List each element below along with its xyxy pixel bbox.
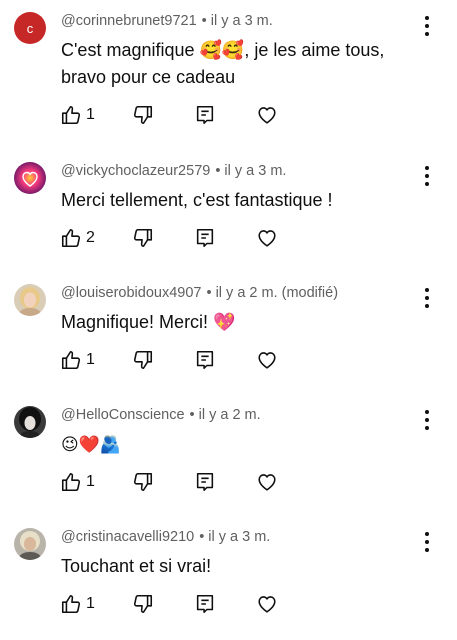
like-count: 1 [86, 473, 95, 490]
comment-time[interactable]: il y a 3 m. [208, 529, 270, 545]
heart-icon[interactable] [256, 471, 278, 493]
reply-icon[interactable] [194, 349, 216, 371]
meta-separator: • [189, 407, 195, 423]
comment-item: @vickychoclazeur2579 • il y a 3 m. Merci t… [0, 150, 457, 272]
comment-text: Touchant et si vrai! [61, 556, 212, 576]
avatar[interactable] [14, 528, 46, 560]
thumbs-down-icon[interactable] [132, 227, 154, 249]
comment-author[interactable]: @louiserobidoux4907 [61, 285, 201, 301]
heart-icon[interactable] [256, 349, 278, 371]
comment-item: @cristinacavelli9210 • il y a 3 m. Touchan… [0, 516, 457, 638]
comment-text: C'est magnifique 🥰🥰, je les aime tous, b… [61, 40, 385, 87]
meta-separator: • [199, 529, 205, 545]
comment-text: Merci tellement, c'est fantastique ! [61, 190, 333, 210]
more-vertical-icon[interactable] [420, 164, 434, 188]
avatar[interactable] [14, 284, 46, 316]
reply-icon[interactable] [194, 593, 216, 615]
like-count: 2 [86, 229, 95, 246]
comment-text: Magnifique! Merci! 💖 [61, 312, 236, 332]
thumbs-down-icon[interactable] [132, 593, 154, 615]
comment-item: @HelloConscience • il y a 2 m. 😉❤️🫂 1 [0, 394, 457, 516]
comment-author[interactable]: @HelloConscience [61, 407, 185, 423]
heart-icon[interactable] [256, 104, 278, 126]
comment-item: @louiserobidoux4907 • il y a 2 m. (modifié… [0, 272, 457, 394]
comment-meta: @louiserobidoux4907 • il y a 2 m. (modifié… [61, 285, 338, 301]
meta-separator: • [201, 13, 207, 29]
thumbs-up-icon[interactable] [60, 593, 82, 615]
more-vertical-icon[interactable] [420, 530, 434, 554]
more-vertical-icon[interactable] [420, 286, 434, 310]
thumbs-down-icon[interactable] [132, 104, 154, 126]
meta-separator: • [206, 285, 212, 301]
comment-meta: @corinnebrunet9721 • il y a 3 m. [61, 13, 273, 29]
reply-icon[interactable] [194, 471, 216, 493]
comment-author[interactable]: @vickychoclazeur2579 [61, 163, 210, 179]
avatar[interactable] [14, 162, 46, 194]
thumbs-down-icon[interactable] [132, 349, 154, 371]
comment-meta: @HelloConscience • il y a 2 m. [61, 407, 261, 423]
comment-meta: @vickychoclazeur2579 • il y a 3 m. [61, 163, 286, 179]
reply-icon[interactable] [194, 104, 216, 126]
heart-icon[interactable] [256, 593, 278, 615]
comment-time[interactable]: il y a 2 m. (modifié) [216, 285, 338, 301]
more-vertical-icon[interactable] [420, 408, 434, 432]
thumbs-down-icon[interactable] [132, 471, 154, 493]
avatar[interactable] [14, 406, 46, 438]
comment-time[interactable]: il y a 3 m. [211, 13, 273, 29]
like-count: 1 [86, 106, 95, 123]
more-vertical-icon[interactable] [420, 14, 434, 38]
comment-time[interactable]: il y a 3 m. [224, 163, 286, 179]
avatar[interactable]: c [14, 12, 46, 44]
thumbs-up-icon[interactable] [60, 471, 82, 493]
meta-separator: • [215, 163, 221, 179]
comment-author[interactable]: @cristinacavelli9210 [61, 529, 194, 545]
heart-icon[interactable] [256, 227, 278, 249]
comment-text: 😉❤️🫂 [61, 435, 122, 454]
comment-author[interactable]: @corinnebrunet9721 [61, 13, 197, 29]
comment-time[interactable]: il y a 2 m. [199, 407, 261, 423]
like-count: 1 [86, 351, 95, 368]
thumbs-up-icon[interactable] [60, 349, 82, 371]
comment-item: c @corinnebrunet9721 • il y a 3 m. C'est m… [0, 0, 457, 125]
comment-meta: @cristinacavelli9210 • il y a 3 m. [61, 529, 270, 545]
like-count: 1 [86, 595, 95, 612]
avatar-letter: c [26, 20, 34, 36]
thumbs-up-icon[interactable] [60, 104, 82, 126]
reply-icon[interactable] [194, 227, 216, 249]
thumbs-up-icon[interactable] [60, 227, 82, 249]
